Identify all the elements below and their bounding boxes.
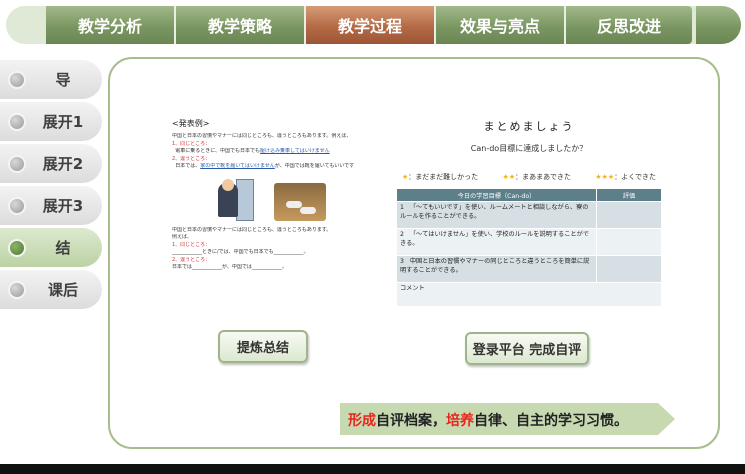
- eval-title: まとめましょう: [483, 120, 575, 133]
- table-cell-goal: 2 「～てはいけません」を使い、学校のルールを説明することができる。: [396, 228, 597, 256]
- doc-diff-text-c-wrap: が、中国では靴を履いてもいいです: [275, 163, 354, 169]
- sidebar-item-label: 展开1: [42, 113, 84, 131]
- banner-text-part: 自律、自主的学习习惯。: [474, 413, 628, 429]
- doc-blank-diff-text: 日本では____________が、中国では____________。: [172, 264, 287, 270]
- table-cell-goal: 1 「～てもいいです」を使い、ルームメートと相談しながら、寮のルールを作ることが…: [396, 201, 597, 229]
- doc-heading: <発表例>: [172, 119, 210, 128]
- doc-blank-diff-label: 2、違うところ：: [172, 256, 211, 263]
- sidebar-item-label: 结: [55, 239, 71, 257]
- sidebar-item-label: 展开3: [42, 197, 84, 215]
- doc-intro-2: 中国と日本の習慣やマナーには同じところも、違うところもあります。: [172, 226, 332, 233]
- tab-reflection[interactable]: 反思改进: [566, 6, 692, 44]
- doc-same-line: 電車に乗るときに、中国でも日本でも駆け込み乗車してはいけません: [172, 148, 377, 156]
- row-number: 2: [400, 231, 404, 238]
- table-row-comment: コメント: [396, 282, 662, 307]
- login-self-evaluate-button[interactable]: 登录平台 完成自评: [465, 332, 589, 365]
- doc-same-text-b: 駆け込み乗車してはいけません: [260, 148, 330, 154]
- bullet-icon: [8, 154, 26, 173]
- doc-blank-same-label: 1、同じところ：: [172, 241, 211, 248]
- table-header-rating: 評価: [596, 188, 662, 202]
- shoe: [300, 206, 316, 214]
- sidebar-item-label: 导: [55, 71, 71, 89]
- table-header-goal: 今日の学習目標（Can-do）: [396, 188, 597, 202]
- row-text: 中国と日本の習慣やマナーの同じところと違うところを簡単に説明することができる。: [400, 258, 590, 274]
- conclusion-banner: 形成自评档案，培养自律、自主的学习习惯。: [340, 403, 675, 435]
- eval-subtitle: Can-do目標に達成しましたか？: [470, 144, 588, 153]
- comment-cell[interactable]: コメント: [396, 282, 662, 307]
- tab-teaching-strategy[interactable]: 教学策略: [176, 6, 306, 44]
- illustration-row: [206, 178, 377, 221]
- sidebar-item-label: 展开2: [42, 155, 84, 173]
- row-text: 「～てはいけません」を使い、学校のルールを説明することができる。: [400, 231, 589, 247]
- man-head: [222, 178, 234, 191]
- star-legend-text: ：まあまあできた: [515, 173, 571, 181]
- bullet-icon: [8, 238, 26, 257]
- man-rushing-train-image: [206, 178, 254, 221]
- star-legend-item: ★：まだまだ難しかった: [402, 172, 478, 182]
- presentation-example-doc: <発表例> 中国と日本の習慣やマナーには同じところも、違うところもあります。例え…: [172, 118, 377, 314]
- table-cell-rating[interactable]: [596, 201, 662, 229]
- tab-effects-highlights[interactable]: 效果与亮点: [436, 6, 566, 44]
- comment-label: コメント: [400, 285, 425, 292]
- star-legend-item: ★★：まあまあできた: [503, 172, 571, 182]
- summary-button[interactable]: 提炼总结: [218, 330, 308, 363]
- star-legend: ★：まだまだ難しかった ★★：まあまあできた ★★★：よくできた: [396, 172, 662, 182]
- banner-text: 形成自评档案，培养自律、自主的学习习惯。: [348, 410, 628, 430]
- doc-diff-text-c: が、中国では靴を履いてもいいです: [274, 163, 355, 169]
- shoes-entrance-image: [274, 182, 326, 221]
- sidebar-item-develop-1[interactable]: 展开1: [0, 102, 102, 141]
- banner-highlight: 培养: [446, 413, 474, 429]
- top-tab-bar: 教学分析 教学策略 教学过程 效果与亮点 反思改进: [0, 0, 745, 52]
- doc-diff-text-b: 家の中で靴を履いてはいけません: [200, 163, 275, 169]
- star-icon: ★★: [502, 173, 516, 181]
- sidebar-item-conclusion[interactable]: 结: [0, 228, 102, 267]
- bullet-icon: [8, 112, 26, 131]
- table-row: 3 中国と日本の習慣やマナーの同じところと違うところを簡単に説明することができる…: [396, 255, 662, 283]
- doc-intro: 中国と日本の習慣やマナーには同じところも、違うところもあります。例えば、: [172, 133, 352, 139]
- bullet-icon: [8, 196, 26, 215]
- doc-reiba: 例えば、: [172, 234, 193, 240]
- table-cell-goal: 3 中国と日本の習慣やマナーの同じところと違うところを簡単に説明することができる…: [396, 255, 597, 283]
- tab-teaching-analysis[interactable]: 教学分析: [46, 6, 176, 44]
- table-cell-rating[interactable]: [596, 255, 662, 283]
- self-evaluation-panel: まとめましょう Can-do目標に達成しましたか？ ★：まだまだ難しかった ★★…: [396, 118, 662, 310]
- sidebar: 导 展开1 展开2 展开3 结 课后: [0, 60, 104, 312]
- banner-text-part: 自评档案，: [376, 413, 446, 429]
- doc-diff-text-a: 日本では、: [175, 163, 201, 169]
- bullet-icon: [8, 70, 26, 89]
- train-door: [236, 178, 254, 221]
- doc-same-text-a: 電車に乗るときに、中国でも日本でも: [175, 148, 261, 154]
- table-row: 1 「～てもいいです」を使い、ルームメートと相談しながら、寮のルールを作ることが…: [396, 201, 662, 229]
- tab-teaching-process[interactable]: 教学过程: [306, 6, 436, 44]
- sidebar-item-develop-2[interactable]: 展开2: [0, 144, 102, 183]
- doc-blank-same-text: ____________ときに/では、中国でも日本でも____________。: [172, 249, 309, 255]
- star-legend-text: ：まだまだ難しかった: [408, 173, 479, 181]
- can-do-table: 今日の学習目標（Can-do） 評価 1 「～てもいいです」を使い、ルームメート…: [396, 188, 662, 307]
- sidebar-item-label: 课后: [47, 281, 78, 299]
- doc-diff-line: 日本では、家の中で靴を履いてはいけませんが、中国では靴を履いてもいいです: [172, 163, 377, 171]
- bottom-edge: [0, 464, 745, 474]
- sidebar-item-develop-3[interactable]: 展开3: [0, 186, 102, 225]
- star-icon: ★★★: [595, 173, 615, 181]
- tab-strip-end-cap: [696, 6, 741, 44]
- table-row: 2 「～てはいけません」を使い、学校のルールを説明することができる。: [396, 228, 662, 256]
- shoe: [286, 200, 302, 208]
- doc-diff-label: 2、違うところ：: [172, 155, 211, 162]
- row-text: 「～てもいいです」を使い、ルームメートと相談しながら、寮のルールを作ることができ…: [400, 204, 589, 220]
- row-number: 3: [400, 258, 404, 265]
- table-cell-rating[interactable]: [596, 228, 662, 256]
- tabs: 教学分析 教学策略 教学过程 效果与亮点 反思改进: [46, 6, 692, 44]
- star-legend-item: ★★★：よくできた: [595, 172, 656, 182]
- row-number: 1: [400, 204, 404, 211]
- star-legend-text: ：よくできた: [614, 173, 656, 181]
- bullet-icon: [8, 280, 26, 299]
- sidebar-item-after-class[interactable]: 课后: [0, 270, 102, 309]
- sidebar-item-intro[interactable]: 导: [0, 60, 102, 99]
- doc-same-label: 1、同じところ：: [172, 140, 211, 147]
- banner-highlight: 形成: [348, 413, 376, 429]
